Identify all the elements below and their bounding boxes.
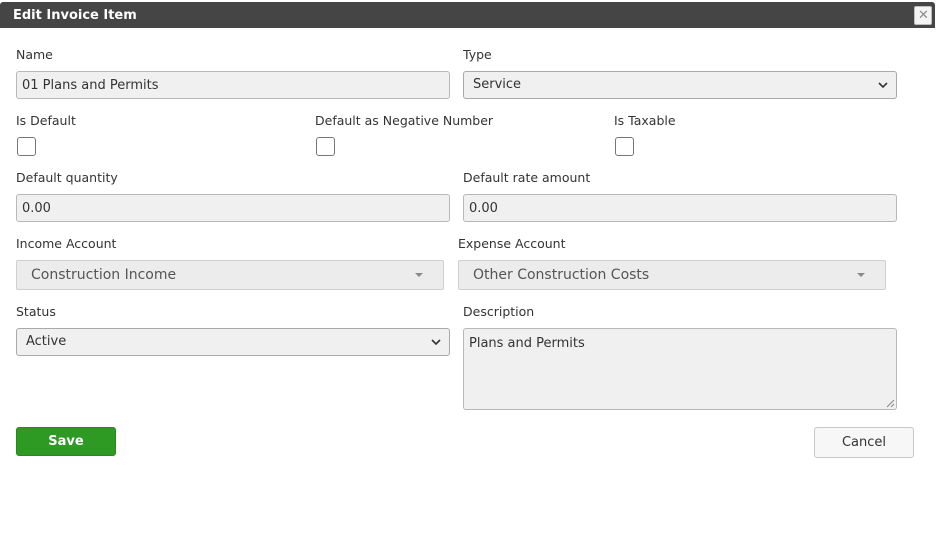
- description-textarea[interactable]: Plans and Permits: [463, 328, 897, 410]
- income-account-select[interactable]: Construction Income: [16, 260, 444, 290]
- chevron-down-icon: [878, 82, 888, 89]
- status-select[interactable]: Active: [16, 328, 450, 356]
- default-quantity-input[interactable]: [16, 194, 450, 222]
- expense-account-select[interactable]: Other Construction Costs: [458, 260, 886, 290]
- income-account-label: Income Account: [16, 236, 117, 251]
- cancel-button[interactable]: Cancel: [814, 427, 914, 458]
- type-select-value: Service: [473, 77, 522, 92]
- chevron-down-icon: [431, 339, 441, 346]
- caret-down-icon: [415, 273, 423, 277]
- is-taxable-checkbox[interactable]: [615, 137, 634, 156]
- is-default-checkbox[interactable]: [17, 137, 36, 156]
- status-label: Status: [16, 304, 56, 319]
- resize-grip-icon[interactable]: [886, 399, 895, 408]
- close-button[interactable]: ✕: [914, 6, 932, 25]
- caret-down-icon: [857, 273, 865, 277]
- description-value: Plans and Permits: [469, 336, 585, 351]
- type-label: Type: [463, 47, 492, 62]
- dialog-title: Edit Invoice Item: [13, 8, 137, 23]
- expense-account-label: Expense Account: [458, 236, 566, 251]
- name-label: Name: [16, 47, 53, 62]
- status-select-value: Active: [26, 334, 67, 349]
- default-negative-checkbox[interactable]: [316, 137, 335, 156]
- default-rate-label: Default rate amount: [463, 170, 591, 185]
- save-button[interactable]: Save: [16, 427, 116, 456]
- type-select[interactable]: Service: [463, 71, 897, 99]
- income-account-value: Construction Income: [31, 267, 177, 283]
- default-negative-label: Default as Negative Number: [315, 113, 494, 128]
- default-quantity-label: Default quantity: [16, 170, 118, 185]
- description-label: Description: [463, 304, 535, 319]
- is-taxable-label: Is Taxable: [614, 113, 676, 128]
- expense-account-value: Other Construction Costs: [473, 267, 650, 283]
- default-rate-input[interactable]: [463, 194, 897, 222]
- name-input[interactable]: [16, 71, 450, 99]
- dialog-titlebar[interactable]: Edit Invoice Item ✕: [0, 2, 935, 28]
- is-default-label: Is Default: [16, 113, 76, 128]
- close-icon: ✕: [918, 8, 929, 23]
